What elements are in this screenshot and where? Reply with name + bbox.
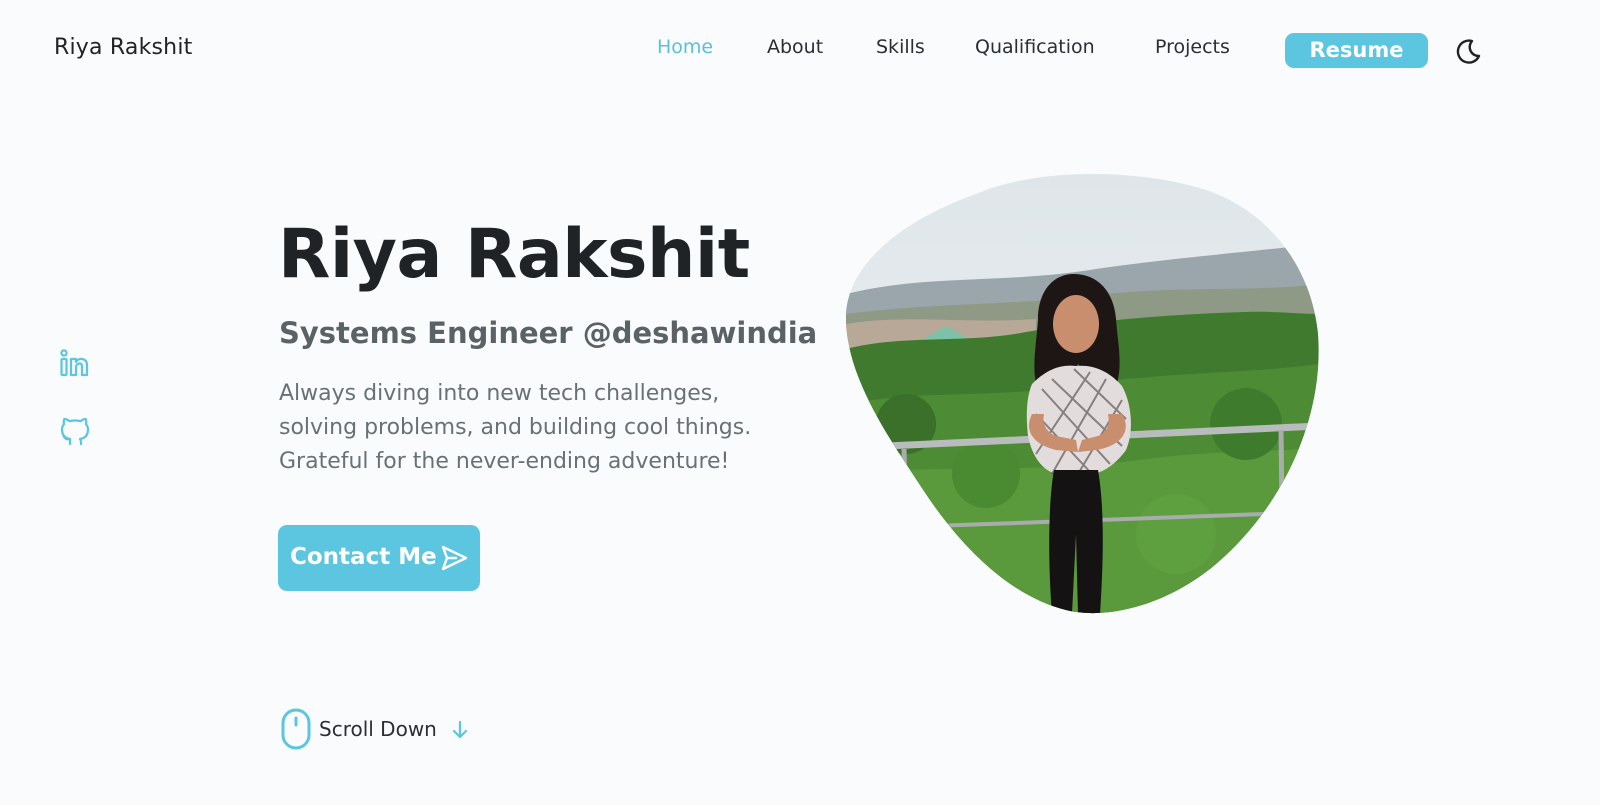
page: Riya Rakshit Home About Skills Qualifica… — [0, 0, 1600, 805]
send-icon — [441, 545, 468, 571]
header: Riya Rakshit Home About Skills Qualifica… — [0, 0, 1600, 100]
nav-link-about[interactable]: About — [767, 36, 823, 58]
moon-icon — [1456, 39, 1481, 64]
profile-photo — [846, 174, 1319, 614]
linkedin-link[interactable] — [58, 348, 92, 382]
github-link[interactable] — [58, 414, 92, 448]
contact-me-button[interactable]: Contact Me — [278, 525, 480, 591]
arrow-down-icon — [452, 720, 468, 739]
hero-description-line: Always diving into new tech challenges, — [279, 381, 720, 406]
nav-link-qualification[interactable]: Qualification — [975, 36, 1095, 58]
hero-title: Riya Rakshit — [278, 215, 750, 294]
nav-link-home[interactable]: Home — [657, 36, 713, 58]
theme-toggle-button[interactable] — [1453, 36, 1483, 66]
mouse-icon — [281, 708, 311, 750]
github-icon — [60, 417, 90, 446]
contact-me-label: Contact Me — [290, 544, 437, 570]
linkedin-icon — [60, 349, 89, 377]
hero-description-line: solving problems, and building cool thin… — [279, 415, 752, 440]
nav-link-projects[interactable]: Projects — [1155, 36, 1230, 58]
hero-subtitle: Systems Engineer @deshawindia — [279, 316, 818, 350]
scroll-down-link[interactable]: Scroll Down — [281, 708, 481, 750]
hero-description: Always diving into new tech challenges, … — [279, 377, 819, 479]
resume-button[interactable]: Resume — [1285, 33, 1428, 68]
scroll-down-label: Scroll Down — [319, 717, 437, 741]
site-logo[interactable]: Riya Rakshit — [54, 35, 192, 60]
nav-link-skills[interactable]: Skills — [876, 36, 925, 58]
hero-description-line: Grateful for the never-ending adventure! — [279, 449, 730, 474]
